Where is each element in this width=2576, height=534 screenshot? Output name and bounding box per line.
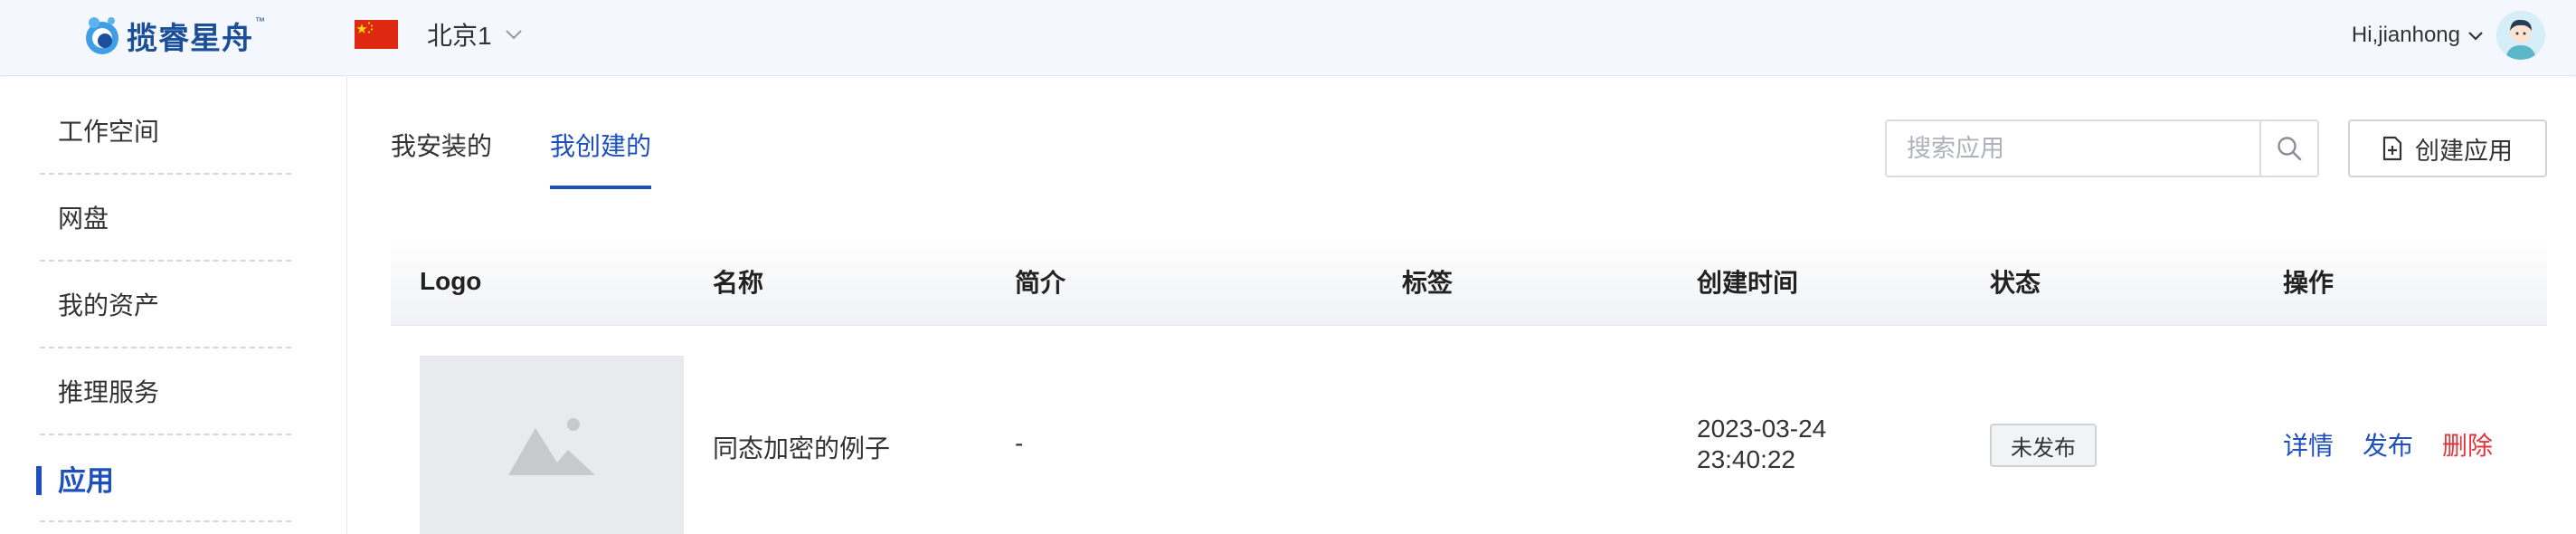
search-input[interactable] [1887,121,2259,176]
tab-created[interactable]: 我创建的 [550,127,651,163]
sidebar-item-workspace[interactable]: 工作空间 [40,88,291,175]
brand-logo[interactable]: 揽睿星舟 ™ [81,13,265,58]
app-created-time: 2023-03-24 23:40:22 [1697,414,1826,475]
brand-trademark: ™ [255,16,265,27]
publish-link[interactable]: 发布 [2363,426,2413,462]
create-app-label: 创建应用 [2415,137,2513,165]
column-header-name: 名称 [713,269,764,297]
table-row: 同态加密的例子 - 2023-03-24 23:40:22 未发布 详情 发布 … [391,327,2547,534]
sidebar-item-apps[interactable]: 应用 [36,435,291,522]
status-badge: 未发布 [1990,424,2097,467]
table-header: Logo 名称 简介 标签 创建时间 状态 操作 [391,237,2547,326]
search-button[interactable] [2259,121,2317,176]
column-header-created-time: 创建时间 [1697,269,1799,297]
sidebar-item-label: 我的资产 [58,291,160,319]
detail-link[interactable]: 详情 [2283,426,2334,462]
column-header-logo: Logo [420,267,482,295]
created-time: 23:40:22 [1697,445,1795,473]
image-placeholder-icon [508,418,595,475]
delete-link[interactable]: 删除 [2442,426,2493,462]
new-file-icon [2382,136,2402,161]
search-icon [2278,137,2302,161]
user-menu[interactable]: Hi,jianhong [2352,11,2545,60]
sidebar-item-label: 应用 [58,464,114,497]
column-header-tags: 标签 [1402,269,1454,297]
search-box [1885,119,2319,177]
sidebar-item-label: 推理服务 [58,378,160,406]
sidebar-item-label: 网盘 [58,205,109,233]
chevron-down-icon [505,30,522,40]
create-app-button[interactable]: 创建应用 [2348,119,2547,177]
sidebar: 工作空间 网盘 我的资产 推理服务 应用 [0,77,347,534]
sidebar-item-label: 工作空间 [58,118,160,146]
region-selector[interactable]: 北京1 [427,16,523,52]
app-intro: - [1015,429,1024,457]
chevron-down-icon [2468,31,2483,41]
tab-installed[interactable]: 我安装的 [391,127,492,163]
brand-name: 揽睿星舟 [127,20,253,57]
column-header-actions: 操作 [2283,269,2334,297]
user-greeting: Hi,jianhong [2351,23,2460,47]
created-date: 2023-03-24 [1697,415,1827,443]
column-header-intro: 简介 [1015,269,1066,297]
active-tab-indicator [550,186,651,189]
user-avatar-icon [2496,11,2545,60]
sidebar-item-my-assets[interactable]: 我的资产 [40,262,291,348]
column-header-status: 状态 [1990,269,2041,297]
sidebar-item-inference-service[interactable]: 推理服务 [40,348,291,435]
avatar[interactable] [2496,11,2545,60]
region-label: 北京1 [427,22,492,50]
app-logo-placeholder [420,356,684,534]
top-header: 揽睿星舟 ™ 北京1 Hi,jianhong [0,0,2576,76]
brand-logo-icon [86,17,118,54]
sidebar-item-netdisk[interactable]: 网盘 [40,175,291,262]
china-flag-icon [355,20,398,49]
app-name: 同态加密的例子 [713,434,891,462]
